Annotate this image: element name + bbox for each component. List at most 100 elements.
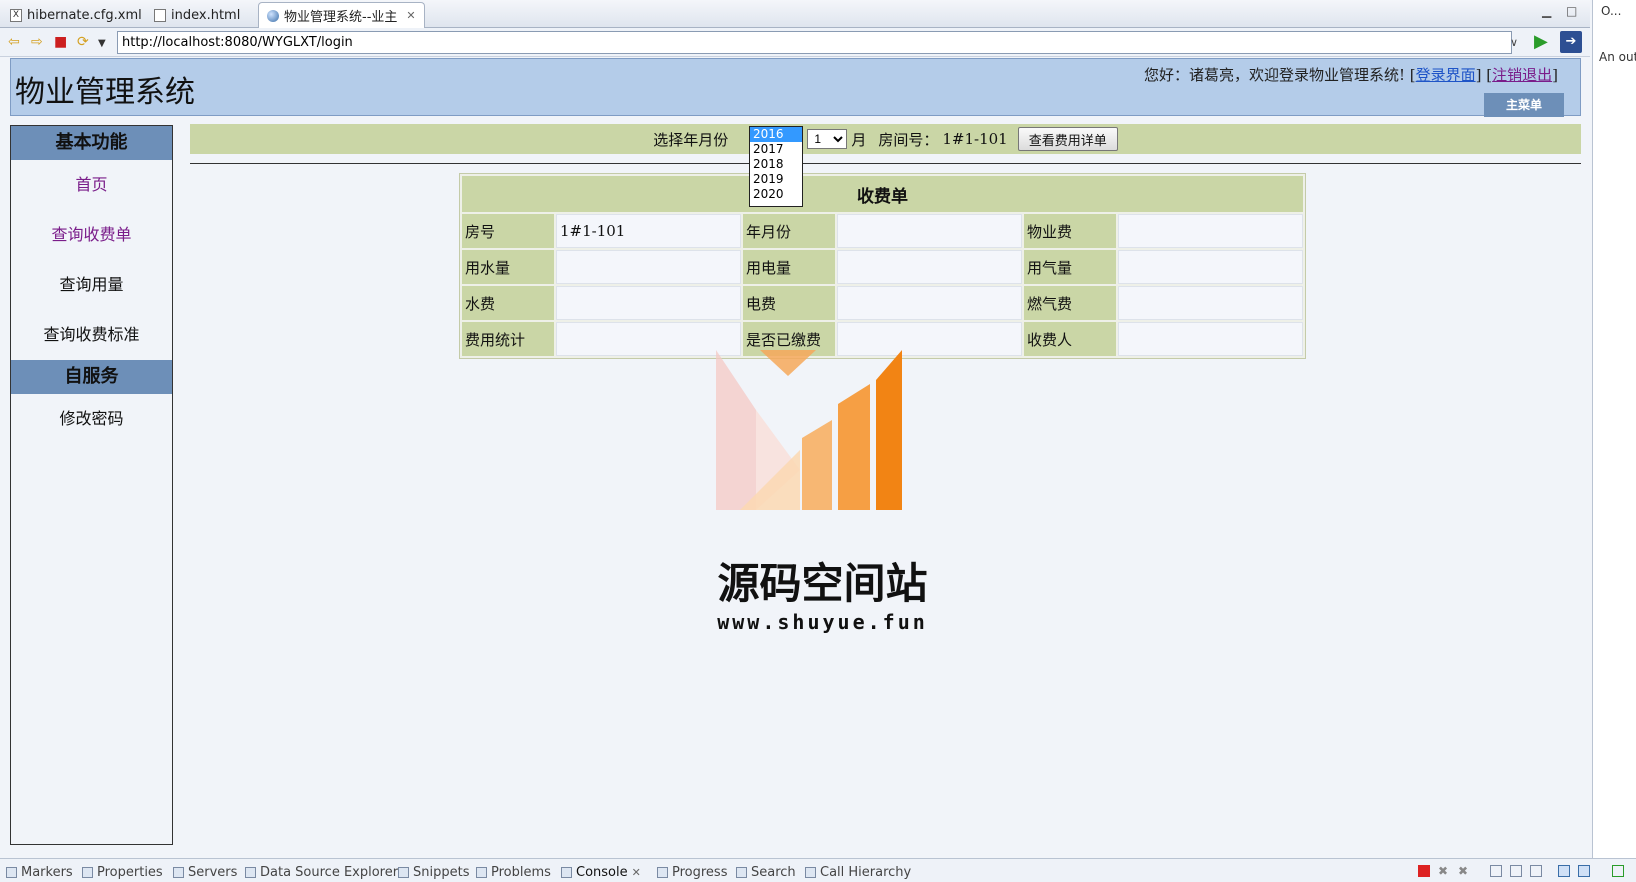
login-link[interactable]: 登录界面 [1416, 66, 1476, 84]
sidebar-item-query-usage[interactable]: 查询用量 [11, 260, 172, 310]
display-console-icon[interactable] [1558, 865, 1570, 877]
remove-all-icon[interactable]: ✖ [1458, 865, 1470, 877]
back-icon[interactable]: ⇦ [8, 34, 20, 50]
year-option[interactable]: 2017 [750, 142, 802, 157]
year-option[interactable]: 2018 [750, 157, 802, 172]
welcome-text: 您好：诸葛亮，欢迎登录物业管理系统! [1143, 66, 1405, 84]
table-row: 房号 1#1-101 年月份 物业费 [462, 214, 1303, 248]
field-value [556, 286, 741, 320]
tab-progress[interactable]: Progress [657, 862, 727, 882]
open-console-icon[interactable] [1578, 865, 1590, 877]
tab-snippets[interactable]: Snippets [398, 862, 469, 882]
filter-row: 选择年月份 年 1 月 房间号：1#1-101 查看费用详单 [190, 124, 1581, 154]
go-icon[interactable]: ▶ [1534, 32, 1548, 52]
tab-servers[interactable]: Servers [173, 862, 237, 882]
year-dropdown-list[interactable]: 2016 2017 2018 2019 2020 [749, 126, 803, 207]
outline-panel: O... An out [1592, 0, 1636, 882]
editor-tab-browser[interactable]: 物业管理系统--业主 ✕ [258, 2, 425, 28]
filter-label: 选择年月份 [653, 130, 729, 149]
sidebar-item-query-standard[interactable]: 查询收费标准 [11, 310, 172, 360]
month-select[interactable]: 1 [807, 129, 848, 149]
call-hierarchy-icon [805, 866, 816, 878]
year-option[interactable]: 2020 [750, 187, 802, 202]
field-label: 费用统计 [462, 322, 554, 356]
room-value: 1#1-101 [942, 130, 1008, 148]
view-tab-label: Servers [188, 864, 238, 880]
external-browser-icon[interactable]: ➔ [1560, 31, 1582, 53]
bill-table: 收费单 房号 1#1-101 年月份 物业费 用水量 用电量 用气量 水费 电费… [459, 173, 1306, 359]
tab-problems[interactable]: Problems [476, 862, 551, 882]
year-option[interactable]: 2019 [750, 172, 802, 187]
tab-properties[interactable]: Properties [82, 862, 163, 882]
view-tab-label: Call Hierarchy [820, 864, 912, 880]
logout-link[interactable]: 注销退出 [1492, 66, 1552, 84]
servers-icon [173, 866, 184, 878]
welcome-line: 您好：诸葛亮，欢迎登录物业管理系统! [登录界面] [注销退出] [1144, 64, 1558, 85]
maximize-icon[interactable]: □ [1566, 4, 1577, 18]
remove-launch-icon[interactable]: ✖ [1438, 865, 1450, 877]
page-header: 物业管理系统 您好：诸葛亮，欢迎登录物业管理系统! [登录界面] [注销退出] … [10, 58, 1581, 117]
outline-text: An out [1599, 50, 1636, 64]
pin-console-icon[interactable] [1530, 865, 1542, 877]
clear-console-icon[interactable] [1490, 865, 1502, 877]
url-input[interactable] [117, 31, 1512, 54]
snippets-icon [398, 866, 409, 878]
database-icon [245, 866, 256, 878]
field-value [837, 322, 1022, 356]
field-value: 1#1-101 [556, 214, 741, 248]
field-value [556, 322, 741, 356]
close-icon[interactable]: ✕ [406, 9, 415, 22]
maximize-view-icon[interactable] [1612, 865, 1624, 877]
bill-title: 收费单 [462, 176, 1303, 212]
scroll-lock-icon[interactable] [1510, 865, 1522, 877]
view-detail-button[interactable]: 查看费用详单 [1017, 127, 1118, 151]
bottom-view-bar: Markers Properties Servers Data Source E… [0, 858, 1636, 882]
field-value [837, 250, 1022, 284]
field-label: 电费 [743, 286, 835, 320]
editor-tab-label: 物业管理系统--业主 [284, 10, 398, 25]
view-tab-label: Data Source Explorer [260, 864, 399, 880]
sidebar-item-query-bill[interactable]: 查询收费单 [11, 210, 172, 260]
chevron-down-icon[interactable]: ∨ [1510, 36, 1518, 49]
table-row: 收费单 [462, 176, 1303, 212]
forward-icon[interactable]: ⇨ [31, 34, 43, 50]
site-title: 物业管理系统 [15, 75, 195, 110]
field-value [837, 214, 1022, 248]
field-label: 燃气费 [1024, 286, 1116, 320]
xml-file-icon: X [10, 8, 22, 22]
sidebar-item-change-password[interactable]: 修改密码 [11, 394, 172, 444]
watermark: 源码空间站 www.shuyue.fun [680, 340, 965, 650]
year-option[interactable]: 2016 [750, 127, 802, 142]
minimize-icon[interactable]: ▁ [1542, 4, 1551, 18]
tab-call-hierarchy[interactable]: Call Hierarchy [805, 862, 911, 882]
sidebar-item-home[interactable]: 首页 [11, 160, 172, 210]
view-tab-label: Search [751, 864, 796, 880]
tab-search[interactable]: Search [736, 862, 796, 882]
field-value [1118, 322, 1303, 356]
sidebar-section-basic: 基本功能 [11, 126, 172, 160]
problems-icon [476, 866, 487, 878]
table-row: 水费 电费 燃气费 [462, 286, 1303, 320]
bracket-close: ] [1552, 66, 1558, 84]
tab-data-source-explorer[interactable]: Data Source Explorer [245, 862, 398, 882]
tab-markers[interactable]: Markers [6, 862, 73, 882]
sidebar-section-self-service: 自服务 [11, 360, 172, 394]
close-icon[interactable]: ✕ [632, 866, 641, 879]
tab-console[interactable]: Console ✕ [561, 862, 641, 882]
outline-tab[interactable]: O... [1601, 4, 1621, 18]
progress-icon [657, 866, 668, 878]
field-label: 房号 [462, 214, 554, 248]
markers-icon [6, 866, 17, 878]
editor-tab-hibernate[interactable]: X hibernate.cfg.xml [2, 2, 150, 28]
filter-bar: 选择年月份 年 1 月 房间号：1#1-101 查看费用详单 [190, 124, 1581, 154]
nav-menu-chevron-icon[interactable]: ▼ [98, 36, 106, 52]
field-value [837, 286, 1022, 320]
main-menu-button[interactable]: 主菜单 [1484, 93, 1564, 117]
refresh-icon[interactable]: ⟳ [77, 34, 89, 50]
terminate-icon[interactable] [1418, 865, 1430, 877]
editor-tab-index[interactable]: index.html [146, 2, 248, 28]
search-icon [736, 866, 747, 878]
browser-toolbar: ⇦ ⇨ ■ ⟳ ▼ ∨ ▶ ➔ [0, 28, 1590, 57]
table-row: 用水量 用电量 用气量 [462, 250, 1303, 284]
stop-icon[interactable]: ■ [54, 34, 67, 50]
